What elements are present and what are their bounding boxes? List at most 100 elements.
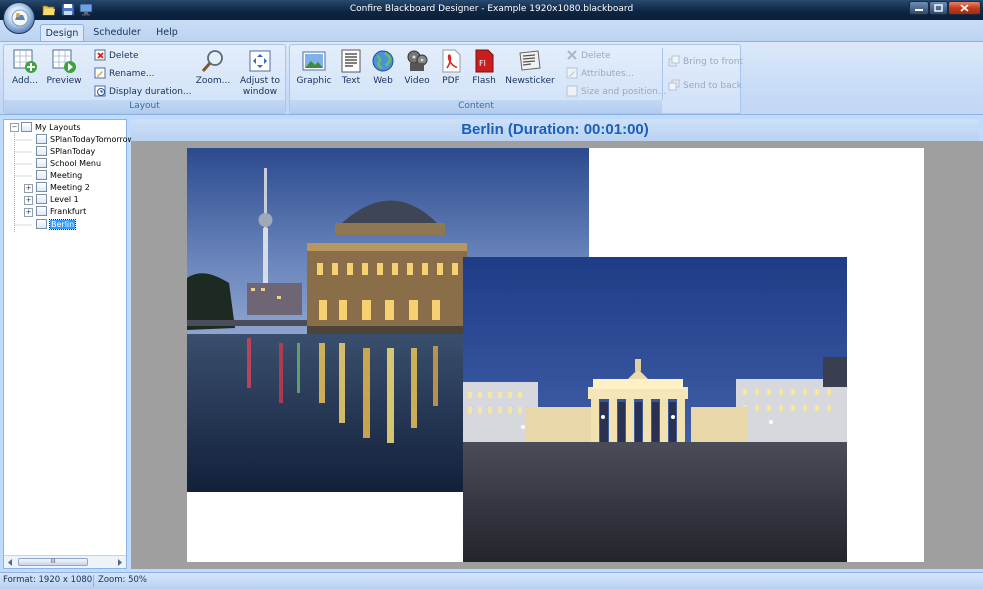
status-zoom: Zoom: 50% bbox=[98, 575, 147, 585]
rename-icon bbox=[94, 67, 106, 79]
newsticker-label: Newsticker bbox=[505, 76, 555, 86]
tree-item-label: Berlin bbox=[48, 219, 77, 230]
preview-icon bbox=[52, 49, 76, 73]
tree-item-label: School Menu bbox=[50, 159, 102, 168]
tree-item-frankfurt[interactable]: Frankfurt bbox=[36, 206, 86, 218]
adjust-label-line2: window bbox=[242, 87, 278, 97]
web-button[interactable]: Web bbox=[369, 48, 397, 87]
delete-label: Delete bbox=[109, 51, 139, 61]
scroll-left-icon[interactable] bbox=[7, 559, 13, 566]
newsticker-button[interactable]: Newsticker bbox=[504, 48, 556, 87]
application-menu-button[interactable] bbox=[3, 2, 35, 34]
window-title: Confire Blackboard Designer - Example 19… bbox=[349, 4, 634, 14]
brandenburg-gate-photo bbox=[463, 257, 847, 562]
scroll-right-icon[interactable] bbox=[117, 559, 123, 566]
layout-icon bbox=[36, 146, 47, 156]
layout-icon bbox=[36, 219, 47, 229]
tree-item-meeting[interactable]: Meeting bbox=[36, 170, 82, 182]
layout-icon bbox=[36, 170, 47, 180]
tree-expand-meeting2-icon[interactable]: + bbox=[24, 184, 33, 193]
send-to-back-button[interactable]: Send to back bbox=[668, 78, 742, 94]
tree-item-meeting-2[interactable]: Meeting 2 bbox=[36, 182, 90, 194]
size-position-button[interactable]: Size and position... bbox=[566, 84, 666, 100]
scroll-thumb[interactable]: III bbox=[18, 558, 88, 566]
newspaper-icon bbox=[519, 50, 541, 71]
tree-expand-level1-icon[interactable]: + bbox=[24, 196, 33, 205]
canvas-area bbox=[131, 141, 983, 569]
globe-icon bbox=[372, 50, 394, 72]
title-bar: Confire Blackboard Designer - Example 19… bbox=[0, 0, 983, 20]
preview-button[interactable]: Preview bbox=[46, 48, 82, 87]
tree-collapse-root-icon[interactable]: − bbox=[10, 123, 19, 132]
open-folder-icon[interactable] bbox=[42, 3, 56, 16]
tree-item-level-1[interactable]: Level 1 bbox=[36, 194, 79, 206]
display-duration-label: Display duration... bbox=[109, 87, 192, 97]
text-icon bbox=[341, 49, 361, 73]
tree-item-label: Meeting 2 bbox=[50, 183, 90, 192]
layout-canvas[interactable] bbox=[187, 148, 924, 562]
ribbon: Add... Preview Delete Rename... Display … bbox=[0, 41, 983, 115]
text-button[interactable]: Text bbox=[337, 48, 365, 87]
delete-icon bbox=[94, 49, 106, 61]
delete-content-button[interactable]: Delete bbox=[566, 48, 611, 64]
pdf-label: PDF bbox=[442, 76, 460, 86]
tree-item-berlin[interactable]: Berlin bbox=[36, 219, 77, 231]
zoom-button[interactable]: Zoom... bbox=[194, 48, 232, 87]
tree-horizontal-scrollbar[interactable]: III bbox=[4, 555, 126, 568]
tab-help[interactable]: Help bbox=[152, 24, 182, 42]
flash-label: Flash bbox=[472, 76, 496, 86]
layout-icon bbox=[36, 206, 47, 216]
layout-icon bbox=[36, 194, 47, 204]
layout-group: Add... Preview Delete Rename... Display … bbox=[3, 44, 286, 114]
tab-scheduler[interactable]: Scheduler bbox=[92, 24, 142, 42]
content-group: Graphic Text Web Video PDF Fl Flash News… bbox=[289, 44, 743, 114]
pdf-icon bbox=[442, 49, 461, 73]
graphic-button[interactable]: Graphic bbox=[295, 48, 333, 87]
group-separator bbox=[662, 48, 663, 100]
status-format: Format: 1920 x 1080 bbox=[3, 575, 93, 585]
tree-item-splantodaytomorrow[interactable]: SPlanTodayTomorrow bbox=[36, 134, 134, 146]
attributes-label: Attributes... bbox=[581, 69, 635, 79]
delete-layout-button[interactable]: Delete bbox=[94, 48, 139, 64]
adjust-to-window-button[interactable]: Adjust to window bbox=[238, 48, 282, 98]
pdf-button[interactable]: PDF bbox=[437, 48, 465, 87]
add-layout-button[interactable]: Add... bbox=[8, 48, 42, 87]
tree-item-school-menu[interactable]: School Menu bbox=[36, 158, 101, 170]
tree-item-label: Frankfurt bbox=[50, 207, 87, 216]
bring-to-front-button[interactable]: Bring to front bbox=[668, 54, 743, 70]
attributes-button[interactable]: Attributes... bbox=[566, 66, 634, 82]
layout-title: Berlin (Duration: 00:01:00) bbox=[131, 119, 979, 141]
display-duration-button[interactable]: Display duration... bbox=[94, 84, 192, 100]
flash-icon: Fl bbox=[475, 49, 494, 73]
preview-label: Preview bbox=[46, 76, 82, 86]
size-position-label: Size and position... bbox=[581, 87, 667, 97]
monitor-icon[interactable] bbox=[79, 3, 93, 16]
tree-item-label: Level 1 bbox=[50, 195, 79, 204]
rename-layout-button[interactable]: Rename... bbox=[94, 66, 155, 82]
flash-button[interactable]: Fl Flash bbox=[469, 48, 499, 87]
zoom-label: Zoom... bbox=[195, 76, 231, 86]
delete-content-label: Delete bbox=[581, 51, 611, 61]
maximize-button[interactable] bbox=[929, 1, 948, 15]
size-position-disabled-icon bbox=[566, 85, 578, 97]
tree-expand-frankfurt-icon[interactable]: + bbox=[24, 208, 33, 217]
layout-folder-icon bbox=[21, 122, 32, 132]
ribbon-tabs: Design Scheduler Help bbox=[0, 20, 983, 42]
add-icon bbox=[13, 49, 37, 73]
video-button[interactable]: Video bbox=[401, 48, 433, 87]
layout-icon bbox=[36, 134, 47, 144]
layout-tree[interactable]: − My Layouts SPlanTodayTomorrow SPlanTod… bbox=[3, 119, 134, 569]
bring-to-front-label: Bring to front bbox=[683, 57, 743, 67]
attributes-disabled-icon bbox=[566, 67, 578, 79]
tree-item-splantoday[interactable]: SPlanToday bbox=[36, 146, 95, 158]
close-button[interactable] bbox=[948, 1, 981, 15]
tree-root-label: My Layouts bbox=[35, 123, 81, 132]
brandenburg-gate-image[interactable] bbox=[463, 257, 847, 562]
app-logo-icon bbox=[11, 9, 29, 27]
save-icon[interactable] bbox=[61, 3, 75, 16]
tree-item-label: Meeting bbox=[50, 171, 83, 180]
tab-design[interactable]: Design bbox=[40, 24, 84, 42]
tree-root[interactable]: My Layouts bbox=[21, 122, 81, 134]
fit-window-icon bbox=[249, 50, 271, 72]
minimize-button[interactable] bbox=[909, 1, 929, 15]
